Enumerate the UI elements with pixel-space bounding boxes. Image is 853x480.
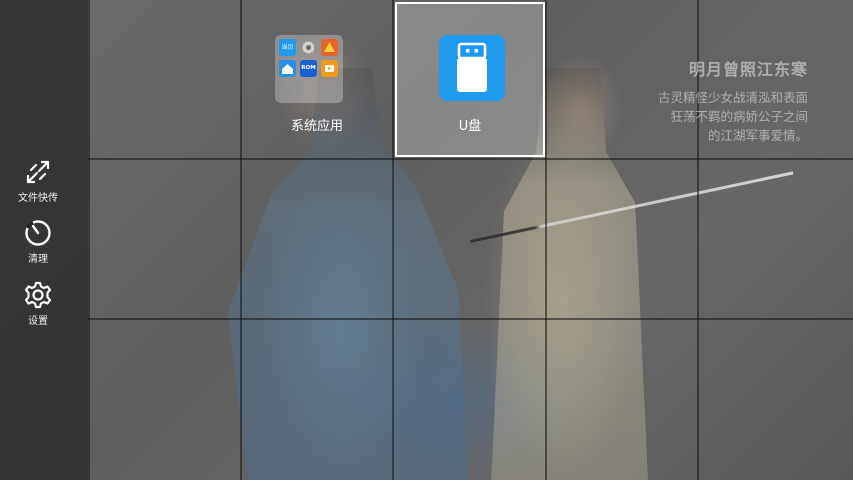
- app-tile-usb-drive[interactable]: U盘: [395, 2, 545, 157]
- share-arrows-icon: [26, 160, 50, 184]
- media-app-icon: [321, 60, 338, 77]
- app-tile-label: U盘: [458, 119, 482, 134]
- wallpaper-line: 古灵精怪少女战清泓和表面: [657, 90, 808, 105]
- sidebar-item-label: 文件快传: [18, 193, 58, 204]
- dangbei-app-icon: 当贝: [279, 39, 296, 56]
- game-app-icon: [321, 39, 338, 56]
- usb-drive-icon: [439, 35, 505, 101]
- clean-dial-icon: [25, 220, 51, 246]
- folder-badge-text: 当贝: [281, 44, 294, 51]
- grid-line: [545, 0, 547, 480]
- grid-line: [88, 0, 90, 480]
- settings-app-icon: [300, 39, 317, 56]
- wallpaper-title: 明月曾照江东寒: [688, 60, 808, 79]
- sidebar-item-settings[interactable]: 设置: [0, 280, 76, 327]
- grid-line: [88, 318, 853, 320]
- gear-icon: [24, 281, 52, 309]
- grid-line: [88, 158, 853, 160]
- grid-line: [392, 0, 394, 480]
- sidebar-item-clean[interactable]: 清理: [0, 218, 76, 265]
- app-tile-system-apps[interactable]: 当贝 ROM 系统应用: [242, 2, 392, 157]
- sidebar-item-file-transfer[interactable]: 文件快传: [0, 157, 76, 204]
- app-folder-icon: 当贝 ROM: [275, 35, 343, 103]
- sidebar: 文件快传 清理 设置: [0, 0, 88, 480]
- wallpaper-line: 的江湖军事爱情。: [707, 128, 808, 143]
- sidebar-item-label: 清理: [28, 254, 48, 265]
- wallpaper-caption: 明月曾照江东寒 古灵精怪少女战清泓和表面 狂荡不羁的病娇公子之间 的江湖军事爱情…: [628, 56, 808, 145]
- sidebar-item-label: 设置: [28, 316, 48, 327]
- app-tile-label: 系统应用: [290, 119, 343, 134]
- wallpaper-line: 狂荡不羁的病娇公子之间: [670, 109, 808, 124]
- folder-badge-text: ROM: [301, 65, 316, 71]
- tv-app-icon: ROM: [300, 60, 317, 77]
- home-app-icon: [279, 60, 296, 77]
